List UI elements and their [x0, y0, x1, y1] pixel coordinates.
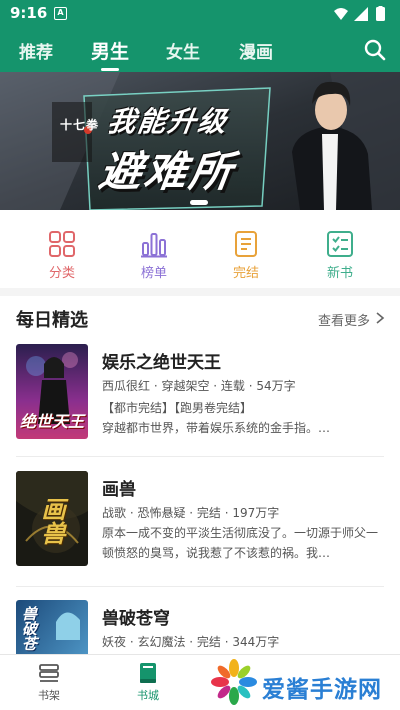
category-new-books[interactable]: 新书: [310, 228, 370, 284]
notification-icon: A: [54, 7, 67, 20]
category-label: 榜单: [140, 266, 167, 281]
tab-bookshelf[interactable]: 书架: [19, 655, 79, 710]
book-meta: 战歌 · 恐怖悬疑 · 完结 · 197万字: [102, 506, 280, 520]
battery-icon: [376, 7, 385, 21]
book-meta: 妖夜 · 玄幻魔法 · 完结 · 344万字: [102, 635, 280, 649]
status-time: 9:16: [10, 4, 48, 22]
tab-label: 书架: [38, 689, 60, 702]
book-item[interactable]: 兽破苍 兽破苍穹 妖夜 · 玄幻魔法 · 完结 · 344万字: [0, 600, 400, 654]
brand-name: 爱酱手游网: [262, 677, 382, 703]
bookshelf-icon: [39, 664, 59, 682]
banner-title-line1: 我能升级: [105, 105, 231, 138]
tab-bookstore[interactable]: 书城: [118, 655, 178, 710]
category-finished[interactable]: 完结: [216, 228, 276, 284]
cover-title: 画兽: [37, 497, 65, 545]
cover-title: 兽破苍: [20, 606, 38, 651]
book-cover[interactable]: 画兽: [16, 471, 88, 566]
document-icon: [235, 231, 257, 257]
book-title[interactable]: 娱乐之绝世天王: [102, 348, 221, 373]
section-title: 每日精选: [16, 310, 88, 331]
brand-logo: [211, 659, 257, 705]
category-label: 新书: [326, 266, 353, 281]
tab-female[interactable]: 女生: [166, 38, 200, 63]
signal-icon: [354, 7, 368, 21]
grid-icon: [49, 231, 75, 257]
book-title[interactable]: 画兽: [102, 475, 136, 500]
bar-chart-icon: [141, 233, 167, 258]
status-icons: [334, 6, 385, 21]
book-cover[interactable]: 兽破苍: [16, 600, 88, 654]
search-icon[interactable]: [363, 38, 387, 62]
cover-title: 绝世天王: [20, 412, 85, 431]
category-label: 完结: [232, 266, 259, 281]
banner-carousel[interactable]: 十七拳 我能升级 避难所: [0, 72, 400, 210]
book-item[interactable]: 画兽 画兽 战歌 · 恐怖悬疑 · 完结 · 197万字 原本一成不变的平淡生活…: [0, 471, 400, 581]
chevron-right-icon[interactable]: [375, 311, 385, 325]
category-classify[interactable]: 分类: [32, 228, 92, 284]
category-label: 分类: [48, 266, 75, 281]
wifi-icon: [334, 8, 348, 20]
book-icon: [140, 663, 156, 683]
category-ranking[interactable]: 榜单: [124, 228, 184, 284]
tab-recommend[interactable]: 推荐: [19, 38, 53, 63]
active-tab-indicator: [101, 68, 119, 71]
section-divider: [0, 288, 400, 296]
book-description: 原本一成不变的平淡生活彻底没了。一切源于师父一顿愤怒的臭骂，说我惹了不该惹的祸。…: [102, 526, 379, 560]
checklist-icon: [327, 231, 353, 257]
top-nav: 推荐 男生 女生 漫画: [0, 28, 400, 72]
book-description: 穿越都市世界，带着娱乐系统的金手指。…: [102, 421, 331, 435]
row-separator: [16, 586, 384, 587]
see-more-link[interactable]: 查看更多: [318, 310, 370, 329]
banner-author: 十七拳: [60, 118, 100, 132]
tab-male[interactable]: 男生: [91, 37, 129, 64]
book-meta: 西瓜很红 · 穿越架空 · 连载 · 54万字: [102, 379, 296, 393]
book-item[interactable]: 绝世天王 娱乐之绝世天王 西瓜很红 · 穿越架空 · 连载 · 54万字 【都市…: [0, 344, 400, 454]
tab-comics[interactable]: 漫画: [239, 38, 273, 63]
book-cover[interactable]: 绝世天王: [16, 344, 88, 439]
tab-label: 书城: [137, 689, 159, 702]
book-tags: 【都市完结】【跑男卷完结】: [102, 401, 253, 415]
status-bar: 9:16 A: [0, 0, 400, 28]
banner-title-line2: 避难所: [96, 147, 239, 196]
carousel-indicator: [190, 200, 208, 205]
book-title[interactable]: 兽破苍穹: [102, 604, 170, 629]
row-separator: [16, 456, 384, 457]
